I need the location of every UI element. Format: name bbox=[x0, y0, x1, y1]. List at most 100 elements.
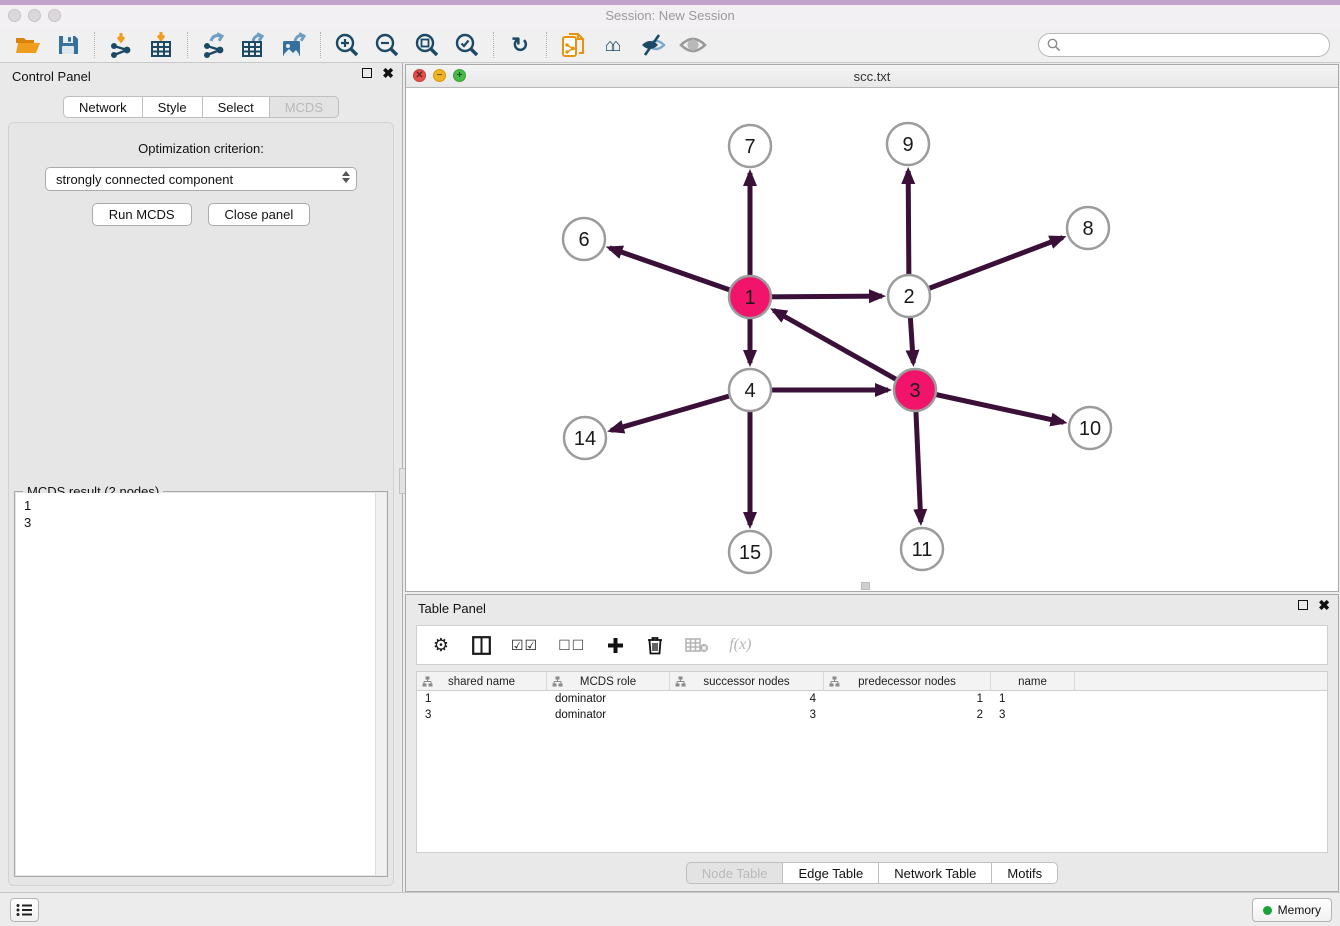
network-graph[interactable]: 7 9 6 8 1 2 4 3 14 10 15 11 bbox=[406, 88, 1338, 591]
export-image-button[interactable] bbox=[274, 30, 314, 60]
mcds-result-area[interactable]: 1 3 bbox=[16, 493, 386, 875]
float-panel-icon[interactable] bbox=[1298, 600, 1308, 610]
table-settings-button[interactable]: ⚙ bbox=[431, 636, 451, 654]
select-all-columns-button[interactable]: ☑☑ bbox=[511, 637, 538, 654]
tab-edge-table[interactable]: Edge Table bbox=[783, 862, 879, 884]
network-window-titlebar[interactable]: ✕ − + scc.txt bbox=[406, 65, 1338, 88]
first-neighbors-icon: ⌂⌂ bbox=[605, 35, 622, 56]
node-8[interactable]: 8 bbox=[1067, 207, 1109, 249]
table-cell[interactable]: 2 bbox=[824, 707, 991, 723]
hide-selected-icon bbox=[639, 34, 667, 56]
network-from-selection-button[interactable] bbox=[553, 30, 593, 60]
search-field[interactable] bbox=[1038, 33, 1330, 57]
node-10[interactable]: 10 bbox=[1069, 407, 1111, 449]
node-6[interactable]: 6 bbox=[563, 218, 605, 260]
hierarchy-icon bbox=[829, 676, 840, 687]
gear-icon: ⚙ bbox=[433, 636, 449, 654]
apply-layout-button[interactable]: ↻ bbox=[500, 30, 540, 60]
import-table-button[interactable] bbox=[141, 30, 181, 60]
node-table[interactable]: shared name MCDS role successor nodes prede… bbox=[416, 671, 1328, 853]
close-panel-icon[interactable]: ✖ bbox=[1318, 600, 1330, 610]
function-icon: f(x) bbox=[729, 636, 751, 654]
close-panel-icon[interactable]: ✖ bbox=[382, 68, 394, 78]
tab-network[interactable]: Network bbox=[63, 96, 143, 118]
column-header-MCDS-role[interactable]: MCDS role bbox=[547, 672, 670, 691]
edge-1-6[interactable] bbox=[609, 248, 750, 297]
column-header-shared-name[interactable]: shared name bbox=[417, 672, 547, 691]
tab-select[interactable]: Select bbox=[203, 96, 270, 118]
node-11[interactable]: 11 bbox=[901, 528, 943, 570]
deselect-all-columns-button[interactable]: ☐☐ bbox=[558, 637, 585, 654]
table-cell[interactable]: dominator bbox=[547, 707, 670, 723]
tab-network-table[interactable]: Network Table bbox=[879, 862, 992, 884]
svg-text:3: 3 bbox=[909, 380, 920, 402]
table-cell[interactable]: 3 bbox=[670, 707, 824, 723]
column-label: shared name bbox=[448, 676, 515, 688]
zoom-out-icon bbox=[375, 33, 400, 58]
first-neighbors-button[interactable]: ⌂⌂ bbox=[593, 30, 633, 60]
export-table-button[interactable] bbox=[234, 30, 274, 60]
apply-function-button[interactable]: f(x) bbox=[729, 636, 751, 654]
memory-status-icon bbox=[1263, 906, 1272, 915]
export-network-button[interactable] bbox=[194, 30, 234, 60]
tab-style[interactable]: Style bbox=[143, 96, 203, 118]
column-header-name[interactable]: name bbox=[991, 672, 1075, 691]
edge-2-8[interactable] bbox=[909, 238, 1063, 296]
trash-icon bbox=[647, 636, 663, 655]
close-panel-button[interactable]: Close panel bbox=[208, 203, 311, 226]
zoom-in-icon bbox=[335, 33, 360, 58]
table-cell[interactable]: dominator bbox=[547, 691, 670, 707]
search-input[interactable] bbox=[1061, 38, 1329, 52]
table-cell[interactable]: 4 bbox=[670, 691, 824, 707]
node-7[interactable]: 7 bbox=[729, 125, 771, 167]
node-9[interactable]: 9 bbox=[887, 123, 929, 165]
node-1[interactable]: 1 bbox=[729, 276, 771, 318]
criterion-dropdown[interactable]: strongly connected component bbox=[45, 167, 357, 191]
create-column-button[interactable] bbox=[605, 637, 625, 654]
table-row[interactable]: 3dominator323 bbox=[417, 707, 1327, 723]
node-15[interactable]: 15 bbox=[729, 531, 771, 573]
zoom-out-button[interactable] bbox=[367, 30, 407, 60]
result-scrollbar[interactable] bbox=[375, 493, 386, 875]
column-header-predecessor-nodes[interactable]: predecessor nodes bbox=[824, 672, 991, 691]
tab-node-table[interactable]: Node Table bbox=[686, 862, 784, 884]
column-label: successor nodes bbox=[703, 676, 789, 688]
import-network-button[interactable] bbox=[101, 30, 141, 60]
table-cell[interactable]: 3 bbox=[991, 707, 1075, 723]
edge-3-1[interactable] bbox=[774, 310, 915, 390]
table-panel-tabs: Node TableEdge TableNetwork TableMotifs bbox=[406, 862, 1338, 884]
table-row[interactable]: 1dominator411 bbox=[417, 691, 1327, 707]
column-layout-button[interactable] bbox=[471, 636, 491, 655]
table-cell[interactable]: 1 bbox=[824, 691, 991, 707]
table-cell[interactable]: 3 bbox=[417, 707, 547, 723]
node-2[interactable]: 2 bbox=[888, 275, 930, 317]
tab-motifs[interactable]: Motifs bbox=[992, 862, 1058, 884]
node-14[interactable]: 14 bbox=[564, 417, 606, 459]
zoom-selected-icon bbox=[455, 33, 480, 58]
hide-selected-button[interactable] bbox=[633, 30, 673, 60]
zoom-in-button[interactable] bbox=[327, 30, 367, 60]
table-cell[interactable]: 1 bbox=[991, 691, 1075, 707]
tab-mcds[interactable]: MCDS bbox=[270, 96, 339, 118]
float-panel-icon[interactable] bbox=[362, 68, 372, 78]
network-canvas[interactable]: 7 9 6 8 1 2 4 3 14 10 15 11 bbox=[406, 88, 1338, 591]
delete-column-button[interactable] bbox=[645, 636, 665, 655]
memory-button[interactable]: Memory bbox=[1252, 898, 1332, 922]
show-eye-button[interactable] bbox=[673, 30, 713, 60]
zoom-selected-button[interactable] bbox=[447, 30, 487, 60]
column-header-successor-nodes[interactable]: successor nodes bbox=[670, 672, 824, 691]
open-session-button[interactable] bbox=[8, 30, 48, 60]
save-session-button[interactable] bbox=[48, 30, 88, 60]
edge-3-10[interactable] bbox=[915, 390, 1064, 422]
run-mcds-button[interactable]: Run MCDS bbox=[92, 203, 192, 226]
table-cell[interactable]: 1 bbox=[417, 691, 547, 707]
task-history-button[interactable] bbox=[10, 898, 39, 922]
zoom-fit-button[interactable] bbox=[407, 30, 447, 60]
titlebar[interactable]: Session: New Session bbox=[0, 5, 1340, 28]
node-4[interactable]: 4 bbox=[729, 369, 771, 411]
canvas-hscroll-thumb[interactable] bbox=[861, 582, 870, 590]
node-3[interactable]: 3 bbox=[894, 369, 936, 411]
table-header-row: shared name MCDS role successor nodes prede… bbox=[417, 672, 1327, 691]
toolbar-separator bbox=[546, 32, 547, 58]
delete-table-button[interactable] bbox=[685, 637, 709, 653]
